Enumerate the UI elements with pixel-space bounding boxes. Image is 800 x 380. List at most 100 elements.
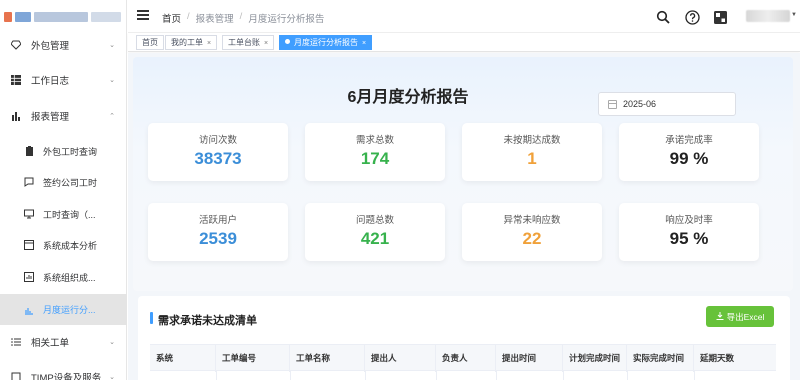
month-picker[interactable]: 2025-06	[598, 92, 736, 116]
sidebar-item-hours-query[interactable]: 工时查询（...	[0, 200, 127, 228]
stat-label: 未按期达成数	[503, 135, 561, 146]
main-content: 6月月度分析报告 2025-06 访问次数 38373 需求总数 174 未按期…	[128, 53, 800, 380]
breadcrumb: 首页 / 报表管理 / 月度运行分析报告	[162, 11, 324, 25]
stat-card-requirements: 需求总数 174	[305, 123, 445, 181]
tab-monthly-report[interactable]: 月度运行分析报告 ×	[279, 35, 373, 50]
stat-value: 95 %	[669, 229, 709, 248]
column-header: 系统	[150, 345, 216, 372]
stat-card-unresponded: 异常未响应数 22	[462, 203, 602, 261]
sidebar-item-label: 工作日志	[31, 76, 70, 87]
layout-icon[interactable]	[712, 9, 728, 25]
column-header: 提出时间	[496, 345, 563, 372]
report-panel: 6月月度分析报告 2025-06 访问次数 38373 需求总数 174 未按期…	[133, 57, 793, 291]
sidebar-item-timp-devices[interactable]: TIMP设备及服务 ⌄	[0, 363, 127, 380]
chevron-down-icon: ⌄	[109, 42, 115, 49]
column-header: 计划完成时间	[563, 345, 627, 372]
stat-value: 22	[522, 229, 542, 248]
close-icon[interactable]: ×	[207, 40, 211, 47]
section-title: 需求承诺未达成清单	[150, 312, 257, 328]
sidebar-item-system-cost[interactable]: 系统成本分析	[0, 231, 127, 259]
column-header: 负责人	[436, 345, 496, 372]
sidebar-item-label: 报表管理	[31, 112, 70, 123]
sidebar-item-related-tickets[interactable]: 相关工单 ⌄	[0, 328, 127, 356]
grid-icon	[10, 74, 22, 86]
stat-label: 响应及时率	[665, 215, 713, 226]
stat-card-response-rate: 响应及时率 95 %	[619, 203, 759, 261]
stat-value: 174	[360, 149, 390, 168]
sidebar-item-label: 工时查询（...	[43, 209, 96, 220]
breadcrumb-separator: /	[187, 11, 190, 22]
stat-card-visits: 访问次数 38373	[148, 123, 288, 181]
chevron-up-icon: ⌃	[109, 113, 115, 120]
top-header: 首页 / 报表管理 / 月度运行分析报告 ▼	[128, 0, 800, 33]
sidebar-item-org-cost[interactable]: 系统组织成...	[0, 263, 127, 291]
help-icon[interactable]	[684, 9, 700, 25]
clipboard-icon	[23, 145, 35, 157]
stat-card-issues: 问题总数 421	[305, 203, 445, 261]
stat-label: 访问次数	[198, 135, 237, 146]
chevron-down-icon: ⌄	[109, 339, 115, 346]
table-header: 系统 工单编号 工单名称 提出人 负责人 提出时间 计划完成时间 实际完成时间 …	[150, 344, 776, 372]
export-excel-button[interactable]: 导出Excel	[706, 306, 774, 327]
window-icon	[23, 239, 35, 251]
export-label: 导出Excel	[726, 311, 765, 322]
sidebar-item-outsourcing[interactable]: 外包管理 ⌄	[0, 31, 127, 59]
list-icon	[10, 336, 22, 348]
chevron-down-icon: ⌄	[109, 77, 115, 84]
tab-home[interactable]: 首页	[136, 35, 164, 50]
chevron-down-icon: ⌄	[109, 374, 115, 380]
stat-value: 38373	[194, 149, 242, 168]
tab-my-tickets[interactable]: 我的工单 ×	[165, 35, 218, 50]
breadcrumb-separator: /	[239, 11, 243, 22]
close-icon[interactable]: ×	[264, 40, 268, 47]
sidebar-item-label: 外包工时查询	[43, 146, 98, 157]
diamond-icon	[10, 39, 22, 51]
column-header: 实际完成时间	[627, 345, 694, 372]
app-logo	[0, 0, 126, 34]
caret-down-icon[interactable]: ▼	[791, 12, 797, 18]
close-icon[interactable]: ×	[362, 40, 366, 47]
tab-label: 我的工单	[171, 38, 203, 47]
sidebar-item-label: 相关工单	[31, 338, 70, 349]
tab-ticket-ledger[interactable]: 工单台账 ×	[222, 35, 275, 50]
breadcrumb-current: 月度运行分析报告	[248, 14, 325, 25]
sidebar-item-label: TIMP设备及服务	[31, 373, 102, 380]
stat-card-active-users: 活跃用户 2539	[148, 203, 288, 261]
sidebar-item-label: 系统组织成...	[43, 272, 96, 283]
sidebar: 外包管理 ⌄ 工作日志 ⌄ 报表管理 ⌃ 外包工时查询 签约公司工时 工时查询（…	[0, 0, 127, 380]
table-row	[150, 371, 776, 380]
column-header: 提出人	[365, 345, 436, 372]
tab-label: 工单台账	[228, 38, 260, 47]
tags-view: 首页 我的工单 × 工单台账 × 月度运行分析报告 ×	[128, 33, 800, 52]
search-icon[interactable]	[655, 9, 671, 25]
sidebar-item-outsourcing-hours[interactable]: 外包工时查询	[0, 137, 127, 165]
unmet-commitments-panel: 需求承诺未达成清单 导出Excel 系统 工单编号 工单名称 提出人 负责人 提…	[138, 296, 790, 380]
stat-label: 问题总数	[355, 215, 394, 226]
avatar[interactable]	[746, 10, 790, 22]
stat-value: 1	[527, 149, 537, 168]
tab-label: 月度运行分析报告	[294, 38, 358, 47]
breadcrumb-home[interactable]: 首页	[162, 11, 181, 25]
calendar-icon	[608, 100, 617, 109]
sidebar-item-label: 系统成本分析	[43, 240, 98, 251]
sidebar-item-reports[interactable]: 报表管理 ⌃	[0, 102, 127, 130]
stat-card-completion-rate: 承诺完成率 99 %	[619, 123, 759, 181]
edit-chart-icon	[23, 304, 35, 316]
column-header: 延期天数	[700, 353, 735, 363]
stat-value: 2539	[199, 229, 237, 248]
sidebar-item-worklog[interactable]: 工作日志 ⌄	[0, 66, 127, 94]
sidebar-item-contract-hours[interactable]: 签约公司工时	[0, 168, 127, 196]
sidebar-item-label: 外包管理	[31, 41, 70, 52]
stat-label: 承诺完成率	[665, 135, 713, 146]
stat-label: 异常未响应数	[503, 215, 561, 226]
chart-box-icon	[23, 271, 35, 283]
breadcrumb-reports: 报表管理	[195, 14, 234, 25]
stat-label: 活跃用户	[198, 215, 237, 226]
menu-toggle-icon[interactable]	[137, 10, 149, 21]
column-header: 工单编号	[216, 345, 290, 372]
tab-label: 首页	[142, 38, 158, 47]
sidebar-item-monthly-report[interactable]: 月度运行分...	[0, 294, 127, 325]
monitor-icon	[23, 208, 35, 220]
stat-label: 需求总数	[355, 135, 394, 146]
sidebar-item-label: 月度运行分...	[43, 305, 96, 315]
